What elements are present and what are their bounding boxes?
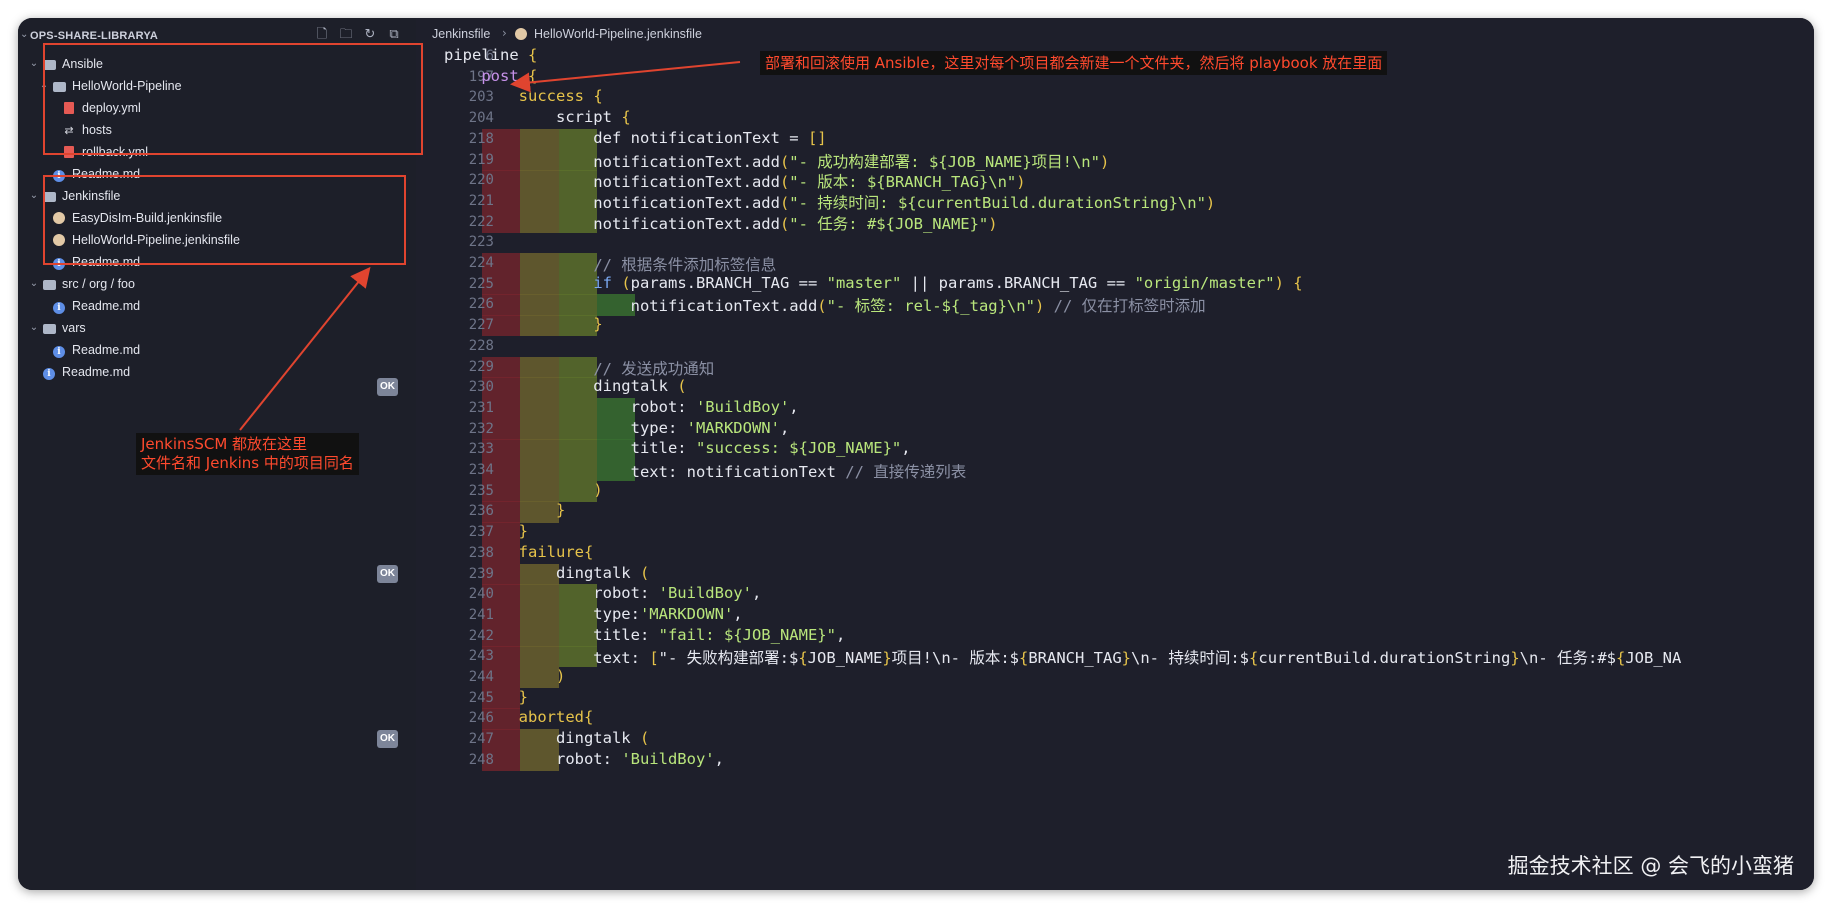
watermark: 掘金技术社区 @ 会飞的小蛮猪 (1507, 854, 1794, 878)
editor-window: ⌄ OPS-SHARE-LIBRARYA 🗋 🗀 ↻ ⧉ ⌄ Ansible ⌄ He… (18, 18, 1814, 890)
annotation-arrows (239, 61, 741, 431)
annotation-arrow-left (239, 266, 371, 431)
annotation-arrow-top (510, 61, 741, 93)
